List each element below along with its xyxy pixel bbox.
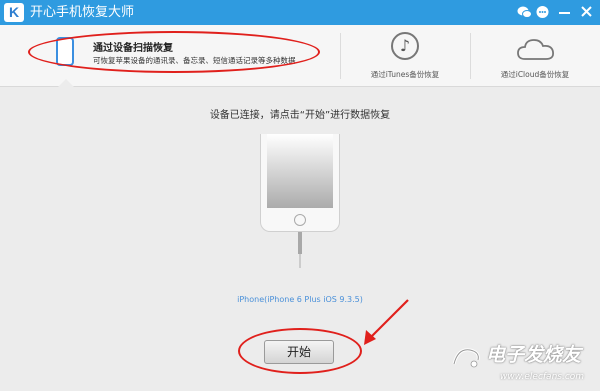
watermark-text: 电子发烧友 [486, 344, 582, 366]
watermark-logo [452, 348, 480, 368]
watermark: 电子发烧友 www.elecfans.com [440, 340, 600, 391]
annotation-arrow [364, 299, 409, 345]
watermark-url: www.elecfans.com [500, 372, 585, 382]
